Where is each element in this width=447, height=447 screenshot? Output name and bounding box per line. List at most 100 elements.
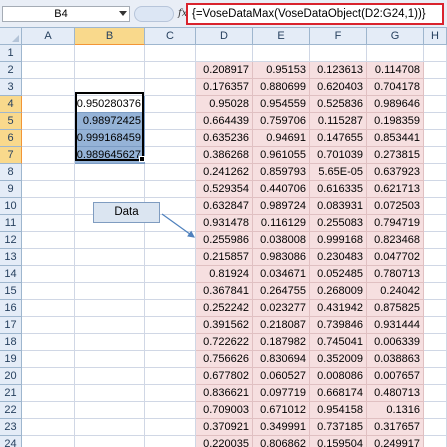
cell-h21[interactable] <box>424 385 447 402</box>
cell-f19[interactable]: 0.352009 <box>310 351 367 368</box>
cell-b16[interactable] <box>75 300 145 317</box>
cell-b23[interactable] <box>75 419 145 436</box>
cell-f6[interactable]: 0.147655 <box>310 130 367 147</box>
cell-a20[interactable] <box>22 368 75 385</box>
cell-d15[interactable]: 0.367841 <box>196 283 253 300</box>
row-header-14[interactable]: 14 <box>0 266 22 283</box>
cell-c13[interactable] <box>145 249 196 266</box>
cell-a3[interactable] <box>22 79 75 96</box>
column-header-g[interactable]: G <box>367 28 424 45</box>
cell-a13[interactable] <box>22 249 75 266</box>
cell-f11[interactable]: 0.255083 <box>310 215 367 232</box>
cell-c24[interactable] <box>145 436 196 447</box>
row-header-12[interactable]: 12 <box>0 232 22 249</box>
cell-d2[interactable]: 0.208917 <box>196 62 253 79</box>
cell-g24[interactable]: 0.249917 <box>367 436 424 447</box>
cell-b13[interactable] <box>75 249 145 266</box>
cell-a16[interactable] <box>22 300 75 317</box>
cell-a11[interactable] <box>22 215 75 232</box>
cell-c3[interactable] <box>145 79 196 96</box>
cell-g12[interactable]: 0.823468 <box>367 232 424 249</box>
row-header-5[interactable]: 5 <box>0 113 22 130</box>
cell-b2[interactable] <box>75 62 145 79</box>
cell-d4[interactable]: 0.95028 <box>196 96 253 113</box>
cell-d3[interactable]: 0.176357 <box>196 79 253 96</box>
cell-d19[interactable]: 0.756626 <box>196 351 253 368</box>
cell-a5[interactable] <box>22 113 75 130</box>
cell-f2[interactable]: 0.123613 <box>310 62 367 79</box>
cell-f3[interactable]: 0.620403 <box>310 79 367 96</box>
cell-c7[interactable] <box>145 147 196 164</box>
cell-e8[interactable]: 0.859793 <box>253 164 310 181</box>
cell-h5[interactable] <box>424 113 447 130</box>
cell-a1[interactable] <box>22 45 75 62</box>
cell-g15[interactable]: 0.24042 <box>367 283 424 300</box>
cell-a22[interactable] <box>22 402 75 419</box>
column-header-b[interactable]: B <box>75 28 145 45</box>
cell-f1[interactable] <box>310 45 367 62</box>
cell-h17[interactable] <box>424 317 447 334</box>
row-header-8[interactable]: 8 <box>0 164 22 181</box>
cell-d22[interactable]: 0.709003 <box>196 402 253 419</box>
cell-d16[interactable]: 0.252242 <box>196 300 253 317</box>
cell-c17[interactable] <box>145 317 196 334</box>
cell-e17[interactable]: 0.218087 <box>253 317 310 334</box>
cell-e5[interactable]: 0.759706 <box>253 113 310 130</box>
column-header-a[interactable]: A <box>22 28 75 45</box>
select-all-corner[interactable] <box>0 28 22 45</box>
formula-input[interactable]: {=VoseDataMax(VoseDataObject(D2:G24,1))} <box>186 3 444 25</box>
cell-g9[interactable]: 0.621713 <box>367 181 424 198</box>
cell-d7[interactable]: 0.386268 <box>196 147 253 164</box>
cell-d20[interactable]: 0.677802 <box>196 368 253 385</box>
chevron-down-icon[interactable] <box>119 11 127 16</box>
cell-e24[interactable]: 0.806862 <box>253 436 310 447</box>
cell-h14[interactable] <box>424 266 447 283</box>
cell-d17[interactable]: 0.391562 <box>196 317 253 334</box>
cell-c5[interactable] <box>145 113 196 130</box>
cell-a8[interactable] <box>22 164 75 181</box>
cell-d5[interactable]: 0.664439 <box>196 113 253 130</box>
cell-b12[interactable] <box>75 232 145 249</box>
cell-a21[interactable] <box>22 385 75 402</box>
cell-c22[interactable] <box>145 402 196 419</box>
cell-g16[interactable]: 0.875825 <box>367 300 424 317</box>
column-header-h[interactable]: H <box>424 28 447 45</box>
cell-e2[interactable]: 0.95153 <box>253 62 310 79</box>
cell-f23[interactable]: 0.737185 <box>310 419 367 436</box>
cell-h22[interactable] <box>424 402 447 419</box>
cell-e1[interactable] <box>253 45 310 62</box>
column-header-d[interactable]: D <box>196 28 253 45</box>
cell-h8[interactable] <box>424 164 447 181</box>
cell-b17[interactable] <box>75 317 145 334</box>
cell-d10[interactable]: 0.632847 <box>196 198 253 215</box>
cell-e18[interactable]: 0.187982 <box>253 334 310 351</box>
cell-a24[interactable] <box>22 436 75 447</box>
cell-h11[interactable] <box>424 215 447 232</box>
cell-f14[interactable]: 0.052485 <box>310 266 367 283</box>
cell-h2[interactable] <box>424 62 447 79</box>
cell-f10[interactable]: 0.083931 <box>310 198 367 215</box>
cell-f4[interactable]: 0.525836 <box>310 96 367 113</box>
cell-c8[interactable] <box>145 164 196 181</box>
row-header-16[interactable]: 16 <box>0 300 22 317</box>
cell-c1[interactable] <box>145 45 196 62</box>
cell-d6[interactable]: 0.635236 <box>196 130 253 147</box>
cell-h12[interactable] <box>424 232 447 249</box>
cell-d1[interactable] <box>196 45 253 62</box>
cell-f15[interactable]: 0.268009 <box>310 283 367 300</box>
cell-b9[interactable] <box>75 181 145 198</box>
cell-g22[interactable]: 0.1316 <box>367 402 424 419</box>
cell-g3[interactable]: 0.704178 <box>367 79 424 96</box>
cell-h9[interactable] <box>424 181 447 198</box>
cell-g14[interactable]: 0.780713 <box>367 266 424 283</box>
row-header-22[interactable]: 22 <box>0 402 22 419</box>
cell-e13[interactable]: 0.983086 <box>253 249 310 266</box>
cell-a10[interactable] <box>22 198 75 215</box>
cell-e22[interactable]: 0.671012 <box>253 402 310 419</box>
cell-b8[interactable] <box>75 164 145 181</box>
cell-c20[interactable] <box>145 368 196 385</box>
cell-d12[interactable]: 0.255986 <box>196 232 253 249</box>
cell-c23[interactable] <box>145 419 196 436</box>
column-header-f[interactable]: F <box>310 28 367 45</box>
cell-f21[interactable]: 0.668174 <box>310 385 367 402</box>
